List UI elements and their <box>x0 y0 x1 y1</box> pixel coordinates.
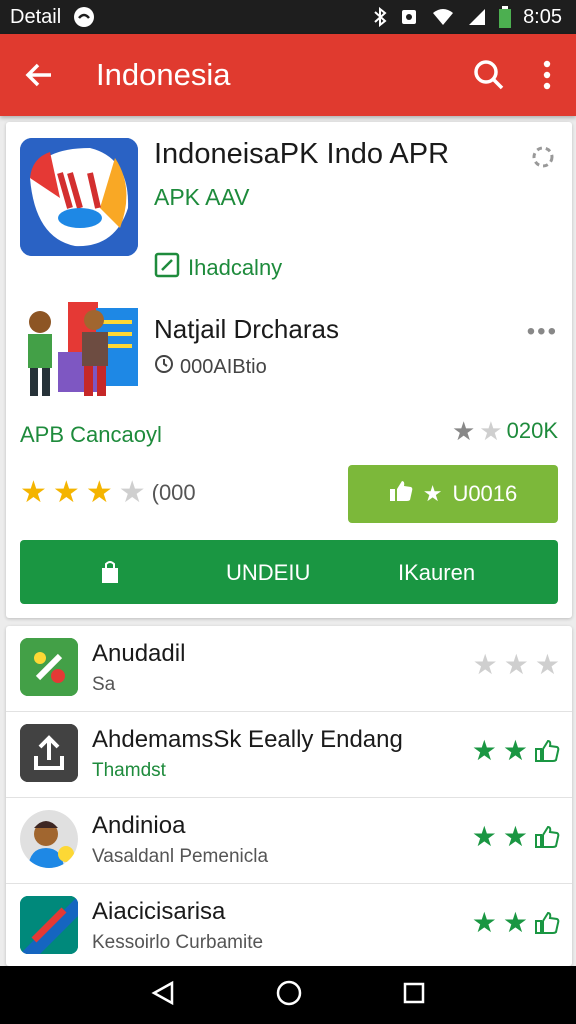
app-subtitle[interactable]: APK AAV <box>154 184 249 211</box>
star-filled-icon: ★ <box>52 476 80 509</box>
app-icon <box>20 638 78 696</box>
developer-name[interactable]: Natjail Drcharas <box>154 314 339 345</box>
list-item[interactable]: AhdemamsSk Eeally Endang Thamdst ★ ★ <box>6 712 572 798</box>
star-filled-icon: ★ <box>502 821 528 852</box>
notification-icon <box>73 6 95 28</box>
list-item-title: AhdemamsSk Eeally Endang <box>92 726 403 753</box>
status-time: 8:05 <box>523 5 562 28</box>
rating-stars: ★ ★ ★ ★ (000 <box>20 478 196 508</box>
star-filled-icon: ★ <box>502 907 528 938</box>
loading-icon <box>530 144 556 170</box>
list-item-rating: ★ ★ <box>472 734 560 767</box>
list-item-title: Andinioa <box>92 812 186 839</box>
rate-button[interactable]: ★ U0016 <box>348 465 558 523</box>
search-icon[interactable] <box>460 34 518 116</box>
star-empty-icon: ★ <box>118 476 146 509</box>
bag-icon <box>100 560 120 590</box>
bluetooth-icon <box>373 7 387 27</box>
top-rating-value: 020K <box>506 418 558 443</box>
star-filled-icon: ★ <box>471 735 497 766</box>
star-filled-icon: ★ <box>502 735 528 766</box>
thumbs-up-icon <box>389 480 413 508</box>
developer-meta: 000AIBtio <box>154 354 267 380</box>
list-item-title: Aiacicisarisa <box>92 898 226 925</box>
developer-meta-text: 000AIBtio <box>180 355 267 378</box>
list-item-rating: ★ ★ ★ <box>473 648 560 681</box>
star-filled-icon: ★ <box>85 476 113 509</box>
list-item-rating: ★ ★ <box>472 906 560 939</box>
star-empty-icon: ★ <box>503 649 529 680</box>
more-horiz-icon[interactable]: ••• <box>527 318 558 346</box>
star-half-icon: ★ <box>451 416 476 446</box>
thumbs-up-outline-icon <box>534 734 560 767</box>
top-rating: ★ ★ 020K <box>452 418 558 444</box>
list-item[interactable]: Aiacicisarisa Kessoirlo Curbamite ★ ★ <box>6 884 572 970</box>
star-filled-icon: ★ <box>471 907 497 938</box>
app-icon <box>20 896 78 954</box>
list-item[interactable]: Andinioa Vasaldanl Pemenicla ★ ★ <box>6 798 572 884</box>
signal-icon <box>467 7 487 27</box>
developer-illustration <box>18 302 138 398</box>
thumbs-up-outline-icon <box>534 906 560 939</box>
navigation-bar <box>0 966 576 1024</box>
list-item-subtitle: Thamdst <box>92 760 166 781</box>
install-label-1: UNDEIU <box>226 560 311 585</box>
back-arrow-icon[interactable] <box>0 34 78 116</box>
nav-recents-icon[interactable] <box>402 981 426 1010</box>
install-label-2: IKauren <box>398 560 476 585</box>
related-apps-list: Anudadil Sa ★ ★ ★ AhdemamsSk Eeally Enda… <box>6 626 572 966</box>
more-vert-icon[interactable] <box>518 34 576 116</box>
star-filled-icon: ★ <box>471 821 497 852</box>
star-empty-icon: ★ <box>472 649 498 680</box>
battery-icon <box>499 6 512 28</box>
rate-button-label: U0016 <box>452 481 518 506</box>
list-item-rating: ★ ★ <box>472 820 560 853</box>
app-tag[interactable]: Ihadcalny <box>154 252 282 284</box>
app-title: IndoneisaPK Indo APR <box>154 138 450 170</box>
share-icon <box>20 724 78 782</box>
wifi-icon <box>431 7 455 27</box>
rating-count: (000 <box>151 480 196 505</box>
star-icon: ★ <box>422 481 443 506</box>
nav-back-icon[interactable] <box>150 980 176 1011</box>
list-item-subtitle: Vasaldanl Pemenicla <box>92 846 269 867</box>
tag-icon <box>154 252 180 284</box>
list-item-title: Anudadil <box>92 640 186 667</box>
vibrate-icon <box>399 7 419 27</box>
app-tag-label: Ihadcalny <box>188 255 283 280</box>
thumbs-up-outline-icon <box>534 820 560 853</box>
status-left-text: Detail <box>10 5 62 28</box>
app-icon[interactable] <box>20 138 138 256</box>
list-item[interactable]: Anudadil Sa ★ ★ ★ <box>6 626 572 712</box>
app-bar: Indonesia <box>0 34 576 116</box>
status-bar: Detail 8:05 <box>0 0 576 34</box>
app-detail-card: IndoneisaPK Indo APR APK AAV Ihadcalny N… <box>6 122 572 618</box>
nav-home-icon[interactable] <box>275 979 303 1012</box>
category-link[interactable]: APB Cancaoyl <box>20 422 162 448</box>
list-item-subtitle: Sa <box>92 674 116 695</box>
install-button[interactable]: UNDEIU IKauren <box>20 540 558 604</box>
list-item-subtitle: Kessoirlo Curbamite <box>92 932 264 953</box>
star-empty-icon: ★ <box>479 416 503 446</box>
avatar <box>20 810 78 868</box>
page-title: Indonesia <box>96 57 231 92</box>
star-filled-icon: ★ <box>20 476 47 509</box>
clock-icon <box>154 354 174 380</box>
star-empty-icon: ★ <box>534 649 560 680</box>
